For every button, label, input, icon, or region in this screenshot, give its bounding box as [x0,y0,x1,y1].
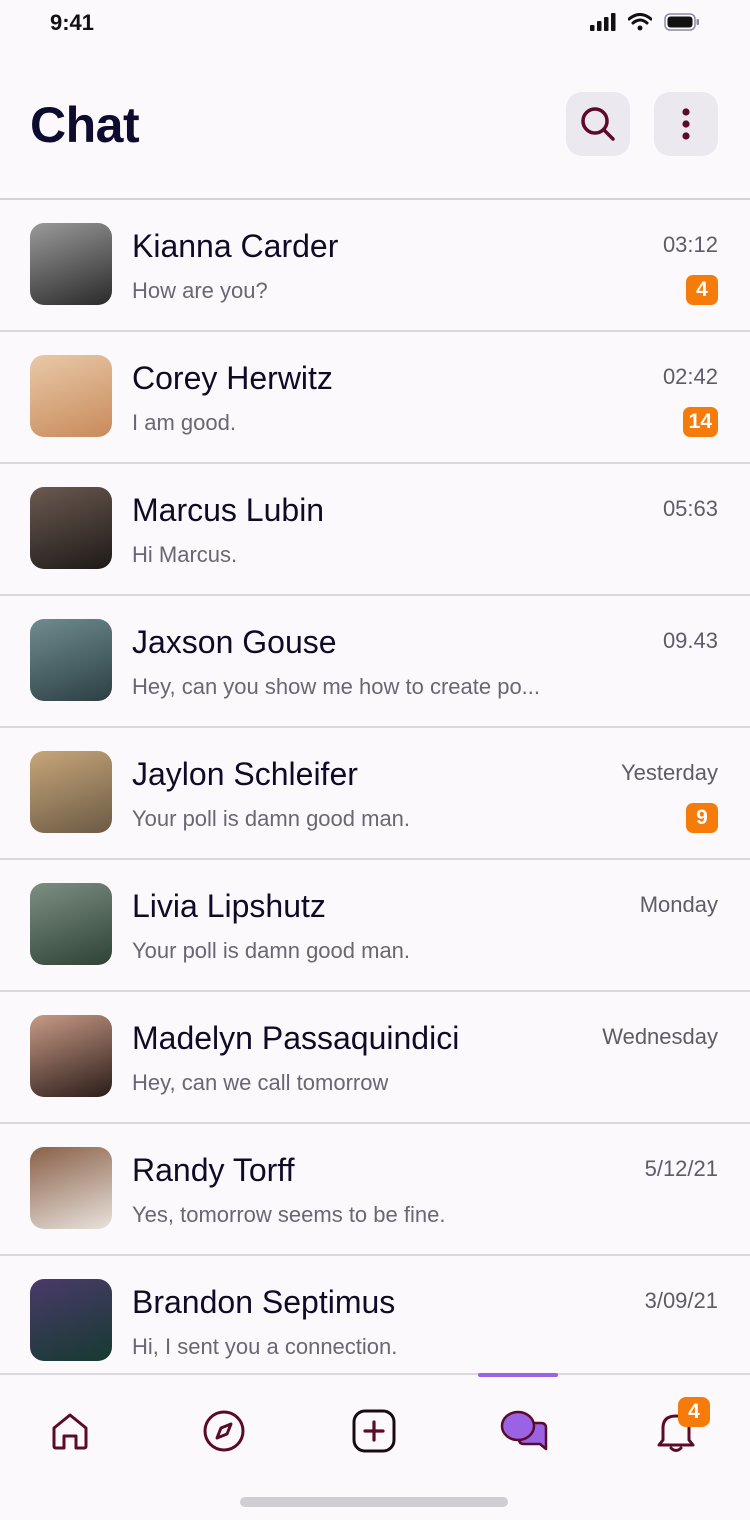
contact-name: Kianna Carder [132,228,339,264]
header: Chat [0,60,750,198]
last-message: Your poll is damn good man. [132,806,411,831]
avatar[interactable] [30,619,112,701]
signal-icon [590,13,616,31]
chat-row[interactable]: Marcus Lubin Hi Marcus. 05:63 [0,464,750,596]
message-time: 02:42 [662,364,718,389]
unread-badge: 9 [686,803,718,833]
avatar[interactable] [30,223,112,305]
contact-name: Randy Torff [132,1152,295,1188]
chat-row[interactable]: Kianna Carder How are you? 03:12 4 [0,200,750,332]
status-icons [590,13,700,31]
last-message: Your poll is damn good man. [132,938,411,963]
last-message: Yes, tomorrow seems to be fine. [132,1202,446,1227]
message-time: Wednesday [602,1024,718,1049]
chat-bubbles-icon [500,1410,548,1451]
chat-row[interactable]: Livia Lipshutz Your poll is damn good ma… [0,860,750,992]
compass-icon [203,1410,245,1452]
avatar[interactable] [30,883,112,965]
last-message: Hi Marcus. [132,542,238,567]
avatar[interactable] [30,487,112,569]
add-square-icon [352,1409,396,1453]
contact-name: Marcus Lubin [132,492,325,528]
chat-row[interactable]: Madelyn Passaquindici Hey, can we call t… [0,992,750,1124]
page-title: Chat [30,97,140,153]
chat-row[interactable]: Brandon Septimus Hi, I sent you a connec… [0,1256,750,1373]
wifi-icon [628,13,652,31]
contact-name: Brandon Septimus [132,1284,396,1320]
tab-chat[interactable] [494,1401,554,1461]
avatar[interactable] [30,355,112,437]
contact-name: Livia Lipshutz [132,888,326,924]
message-time: 05:63 [662,496,718,521]
message-time: 03:12 [662,232,718,257]
notification-badge: 4 [678,1397,710,1427]
message-time: Yesterday [620,760,718,785]
message-time: 09.43 [662,628,718,653]
chat-list: Kianna Carder How are you? 03:12 4 Corey… [0,200,750,1373]
avatar[interactable] [30,1015,112,1097]
contact-name: Corey Herwitz [132,360,333,396]
battery-icon [664,13,699,31]
more-options-button[interactable] [654,92,718,156]
more-vertical-icon [682,108,690,140]
home-indicator[interactable] [240,1497,508,1507]
message-time: 5/12/21 [644,1156,718,1181]
status-time: 9:41 [50,10,95,35]
last-message: Hey, can we call tomorrow [132,1070,389,1095]
chat-row[interactable]: Randy Torff Yes, tomorrow seems to be fi… [0,1124,750,1256]
tab-create[interactable] [344,1401,404,1461]
chat-row[interactable]: Corey Herwitz I am good. 02:42 14 [0,332,750,464]
contact-name: Jaxson Gouse [132,624,337,660]
search-icon [581,107,615,141]
contact-name: Madelyn Passaquindici [132,1020,460,1056]
last-message: Hey, can you show me how to create po... [132,674,541,699]
message-time: Monday [639,892,718,917]
home-icon [52,1413,88,1450]
last-message: I am good. [132,410,236,435]
last-message: How are you? [132,278,268,303]
unread-badge: 14 [682,407,718,437]
active-tab-indicator [478,1373,558,1377]
chat-row[interactable]: Jaylon Schleifer Your poll is damn good … [0,728,750,860]
unread-badge: 4 [686,275,718,305]
search-button[interactable] [566,92,630,156]
status-bar: 9:41 [0,0,750,50]
tab-explore[interactable] [194,1401,254,1461]
avatar[interactable] [30,751,112,833]
avatar[interactable] [30,1279,112,1361]
avatar[interactable] [30,1147,112,1229]
last-message: Hi, I sent you a connection. [132,1334,398,1359]
tab-home[interactable] [40,1401,100,1461]
chat-row[interactable]: Jaxson Gouse Hey, can you show me how to… [0,596,750,728]
contact-name: Jaylon Schleifer [132,756,358,792]
message-time: 3/09/21 [644,1288,718,1313]
